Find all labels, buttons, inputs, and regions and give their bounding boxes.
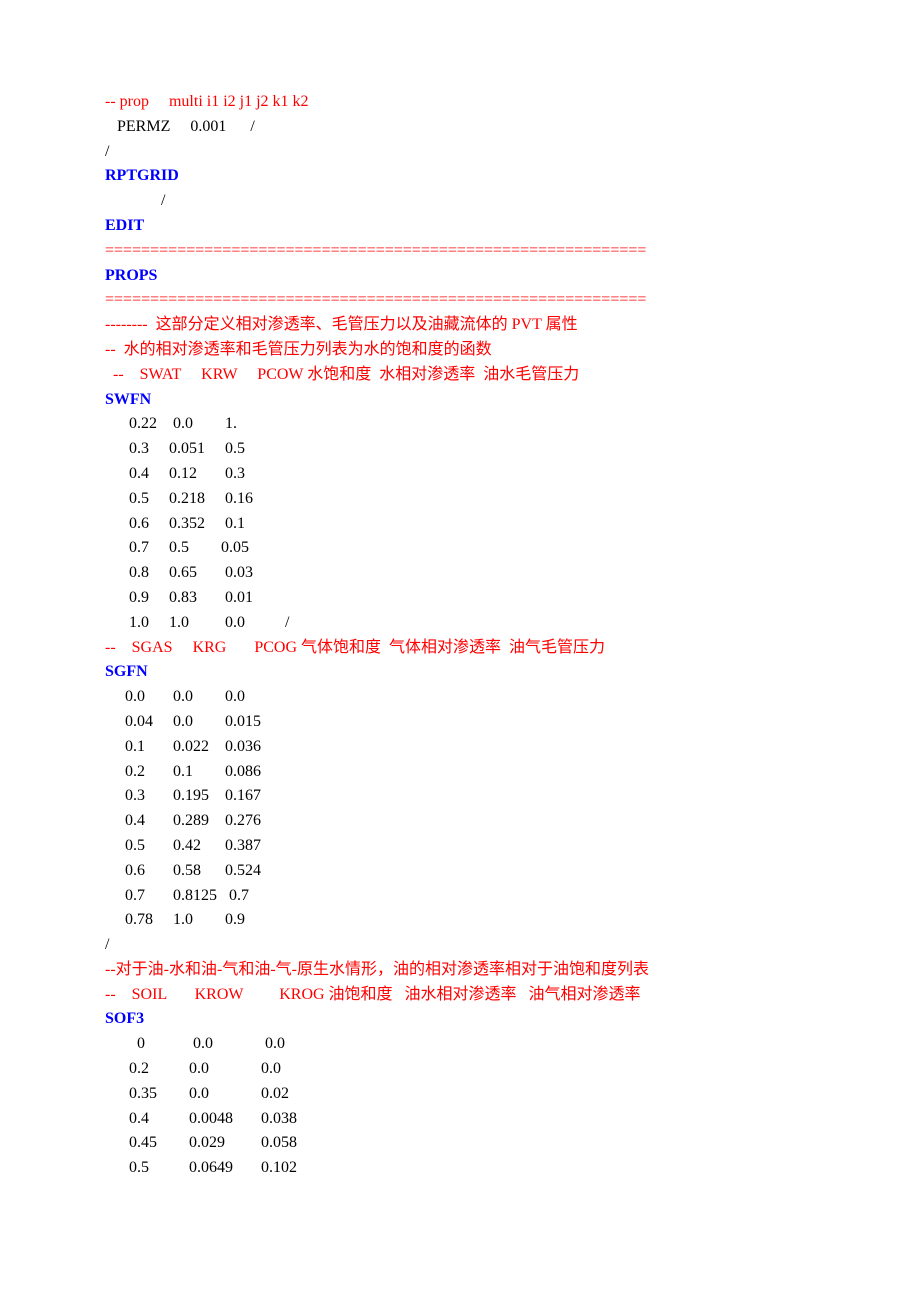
sgfn-row: 0.04 0.0 0.015 bbox=[105, 710, 820, 735]
swat-header-prefix: -- SWAT KRW PCOW bbox=[105, 366, 307, 383]
sof3-row: 0.45 0.029 0.058 bbox=[105, 1131, 820, 1156]
rptgrid-slash: / bbox=[105, 189, 820, 214]
ruler-line: ========================================… bbox=[105, 239, 820, 264]
swfn-row: 0.22 0.0 1. bbox=[105, 412, 820, 437]
sgfn-row: 0.1 0.022 0.036 bbox=[105, 735, 820, 760]
sof3-row: 0.35 0.0 0.02 bbox=[105, 1082, 820, 1107]
sgfn-row: 0.0 0.0 0.0 bbox=[105, 685, 820, 710]
sgfn-row: 0.4 0.289 0.276 bbox=[105, 809, 820, 834]
comment-prop-header: -- prop multi i1 i2 j1 j2 k1 k2 bbox=[105, 90, 820, 115]
keyword-sgfn: SGFN bbox=[105, 660, 820, 685]
swfn-row: 0.7 0.5 0.05 bbox=[105, 536, 820, 561]
swfn-row: 1.0 1.0 0.0 / bbox=[105, 611, 820, 636]
permz-line: PERMZ 0.001 / bbox=[105, 115, 820, 140]
soil-header-cn: 油饱和度 油水相对渗透率 油气相对渗透率 bbox=[329, 986, 641, 1003]
swat-header-cn: 水饱和度 水相对渗透率 油水毛管压力 bbox=[307, 366, 579, 383]
sof3-row: 0.2 0.0 0.0 bbox=[105, 1057, 820, 1082]
sof3-row: 0 0.0 0.0 bbox=[105, 1032, 820, 1057]
sgas-header-cn: 气体饱和度 气体相对渗透率 油气毛管压力 bbox=[301, 639, 605, 656]
sgfn-row: 0.2 0.1 0.086 bbox=[105, 760, 820, 785]
sgfn-row: 0.3 0.195 0.167 bbox=[105, 784, 820, 809]
terminator-slash: / bbox=[105, 140, 820, 165]
keyword-swfn: SWFN bbox=[105, 388, 820, 413]
swfn-row: 0.3 0.051 0.5 bbox=[105, 437, 820, 462]
sof3-row: 0.5 0.0649 0.102 bbox=[105, 1156, 820, 1181]
terminator-slash: / bbox=[105, 933, 820, 958]
swfn-row: 0.4 0.12 0.3 bbox=[105, 462, 820, 487]
swfn-row: 0.5 0.218 0.16 bbox=[105, 487, 820, 512]
comment-soil-header: -- SOIL KROW KROG 油饱和度 油水相对渗透率 油气相对渗透率 bbox=[105, 983, 820, 1008]
comment-water-desc: -- 水的相对渗透率和毛管压力列表为水的饱和度的函数 bbox=[105, 338, 820, 363]
keyword-rptgrid: RPTGRID bbox=[105, 164, 820, 189]
sgfn-row: 0.7 0.8125 0.7 bbox=[105, 884, 820, 909]
swfn-row: 0.8 0.65 0.03 bbox=[105, 561, 820, 586]
sgas-header-prefix: -- SGAS KRG PCOG bbox=[105, 639, 301, 656]
sgfn-row: 0.6 0.58 0.524 bbox=[105, 859, 820, 884]
comment-sgas-header: -- SGAS KRG PCOG 气体饱和度 气体相对渗透率 油气毛管压力 bbox=[105, 636, 820, 661]
soil-header-prefix: -- SOIL KROW KROG bbox=[105, 986, 329, 1003]
swfn-row: 0.6 0.352 0.1 bbox=[105, 512, 820, 537]
comment-swat-header: -- SWAT KRW PCOW 水饱和度 水相对渗透率 油水毛管压力 bbox=[105, 363, 820, 388]
sgfn-row: 0.78 1.0 0.9 bbox=[105, 908, 820, 933]
comment-oil-desc: --对于油-水和油-气和油-气-原生水情形，油的相对渗透率相对于油饱和度列表 bbox=[105, 958, 820, 983]
sof3-row: 0.4 0.0048 0.038 bbox=[105, 1107, 820, 1132]
comment-section-desc: -------- 这部分定义相对渗透率、毛管压力以及油藏流体的 PVT 属性 bbox=[105, 313, 820, 338]
keyword-edit: EDIT bbox=[105, 214, 820, 239]
keyword-props: PROPS bbox=[105, 264, 820, 289]
ruler-line: ========================================… bbox=[105, 288, 820, 313]
keyword-sof3: SOF3 bbox=[105, 1007, 820, 1032]
swfn-row: 0.9 0.83 0.01 bbox=[105, 586, 820, 611]
sgfn-row: 0.5 0.42 0.387 bbox=[105, 834, 820, 859]
